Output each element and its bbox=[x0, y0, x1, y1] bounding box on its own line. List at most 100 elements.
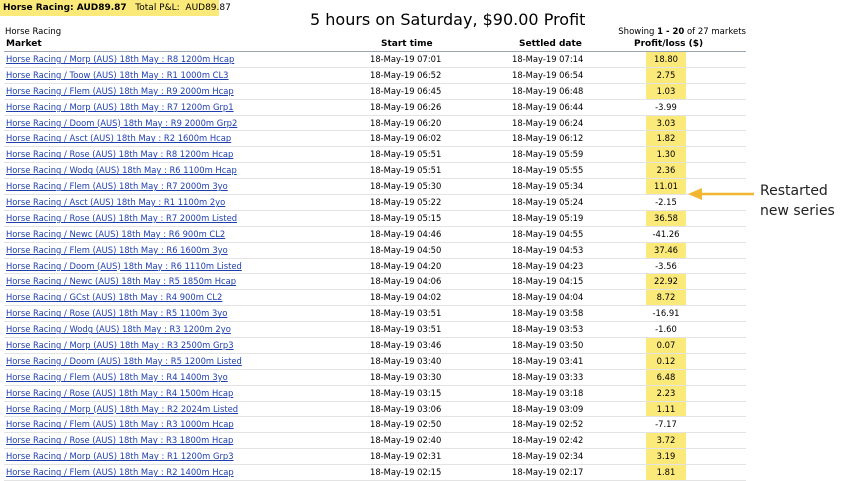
market-link[interactable]: Horse Racing / Rose (AUS) 18th May : R5 … bbox=[6, 308, 227, 318]
settled-date-cell: 18-May-19 06:48 bbox=[512, 85, 584, 96]
restart-annotation: Restarted new series bbox=[760, 181, 850, 221]
profit-loss-cell: 1.81 bbox=[646, 465, 686, 481]
settled-date-cell: 18-May-19 06:54 bbox=[512, 69, 584, 80]
table-row: Horse Racing / Flem (AUS) 18th May : R3 … bbox=[4, 417, 746, 434]
settled-date-cell: 18-May-19 03:58 bbox=[512, 308, 584, 319]
market-link[interactable]: Horse Racing / Rose (AUS) 18th May : R3 … bbox=[6, 435, 233, 445]
settled-date-cell: 18-May-19 03:50 bbox=[512, 340, 584, 351]
market-link[interactable]: Horse Racing / Doom (AUS) 18th May : R5 … bbox=[6, 356, 242, 366]
market-link[interactable]: Horse Racing / Morp (AUS) 18th May : R2 … bbox=[6, 404, 238, 414]
profit-loss-cell: 11.01 bbox=[646, 179, 686, 195]
settled-date-cell: 18-May-19 04:23 bbox=[512, 260, 584, 271]
start-time-cell: 18-May-19 05:51 bbox=[370, 165, 442, 176]
settled-date-cell: 18-May-19 02:34 bbox=[512, 451, 584, 462]
market-link[interactable]: Horse Racing / Flem (AUS) 18th May : R2 … bbox=[6, 467, 234, 477]
profit-loss-cell: -41.26 bbox=[652, 228, 680, 239]
settled-date-cell: 18-May-19 05:24 bbox=[512, 197, 584, 208]
market-link[interactable]: Horse Racing / Rose (AUS) 18th May : R4 … bbox=[6, 388, 233, 398]
settled-date-cell: 18-May-19 06:44 bbox=[512, 101, 584, 112]
settled-date-cell: 18-May-19 07:14 bbox=[512, 54, 584, 64]
market-link[interactable]: Horse Racing / Newc (AUS) 18th May : R6 … bbox=[6, 229, 225, 239]
market-link[interactable]: Horse Racing / Flem (AUS) 18th May : R3 … bbox=[6, 419, 234, 429]
showing-suffix: of 27 markets bbox=[686, 27, 746, 37]
table-row: Horse Racing / Rose (AUS) 18th May : R3 … bbox=[4, 433, 746, 450]
pagination-info: Showing 1 - 20 of 27 markets bbox=[618, 27, 746, 37]
start-time-cell: 18-May-19 05:30 bbox=[370, 181, 442, 192]
market-link[interactable]: Horse Racing / Asct (AUS) 18th May : R2 … bbox=[6, 133, 231, 143]
settled-date-cell: 18-May-19 04:15 bbox=[512, 276, 584, 287]
table-row: Horse Racing / Flem (AUS) 18th May : R6 … bbox=[4, 242, 746, 259]
markets-table: Horse Racing / Morp (AUS) 18th May : R8 … bbox=[4, 52, 746, 481]
settled-date-cell: 18-May-19 04:53 bbox=[512, 244, 584, 255]
category-total: Horse Racing: AUD89.87 bbox=[3, 3, 127, 13]
market-link[interactable]: Horse Racing / Rose (AUS) 18th May : R7 … bbox=[6, 213, 237, 223]
market-link[interactable]: Horse Racing / Flem (AUS) 18th May : R4 … bbox=[6, 372, 228, 382]
table-row: Horse Racing / Toow (AUS) 18th May : R1 … bbox=[4, 67, 746, 84]
column-settled-date[interactable]: Settled date bbox=[519, 39, 582, 49]
settled-date-cell: 18-May-19 02:42 bbox=[512, 435, 584, 446]
market-link[interactable]: Horse Racing / Asct (AUS) 18th May : R1 … bbox=[6, 197, 225, 207]
annotation-line1: Restarted bbox=[760, 183, 828, 199]
start-time-cell: 18-May-19 06:02 bbox=[370, 133, 442, 144]
start-time-cell: 18-May-19 04:50 bbox=[370, 244, 442, 255]
arrow-left-icon bbox=[688, 188, 754, 200]
table-row: Horse Racing / GCst (AUS) 18th May : R4 … bbox=[4, 290, 746, 307]
start-time-cell: 18-May-19 06:26 bbox=[370, 101, 442, 112]
market-link[interactable]: Horse Racing / Morp (AUS) 18th May : R7 … bbox=[6, 102, 234, 112]
start-time-cell: 18-May-19 02:40 bbox=[370, 435, 442, 446]
start-time-cell: 18-May-19 03:15 bbox=[370, 387, 442, 398]
settled-date-cell: 18-May-19 02:17 bbox=[512, 467, 584, 478]
table-row: Horse Racing / Rose (AUS) 18th May : R5 … bbox=[4, 306, 746, 323]
market-link[interactable]: Horse Racing / Wodg (AUS) 18th May : R3 … bbox=[6, 324, 231, 334]
column-start-time[interactable]: Start time bbox=[381, 39, 433, 49]
profit-loss-cell: 2.36 bbox=[646, 163, 686, 179]
profit-loss-cell: 22.92 bbox=[646, 274, 686, 290]
start-time-cell: 18-May-19 03:51 bbox=[370, 324, 442, 335]
showing-prefix: Showing bbox=[618, 27, 655, 37]
table-row: Horse Racing / Newc (AUS) 18th May : R6 … bbox=[4, 227, 746, 243]
settled-date-cell: 18-May-19 03:18 bbox=[512, 387, 584, 398]
settled-date-cell: 18-May-19 05:34 bbox=[512, 181, 584, 192]
market-link[interactable]: Horse Racing / Doom (AUS) 18th May : R6 … bbox=[6, 261, 242, 271]
table-row: Horse Racing / Doom (AUS) 18th May : R5 … bbox=[4, 353, 746, 370]
profit-loss-cell: 6.48 bbox=[646, 369, 686, 385]
market-link[interactable]: Horse Racing / GCst (AUS) 18th May : R4 … bbox=[6, 292, 222, 302]
start-time-cell: 18-May-19 04:02 bbox=[370, 292, 442, 303]
start-time-cell: 18-May-19 03:40 bbox=[370, 355, 442, 366]
settled-date-cell: 18-May-19 03:53 bbox=[512, 324, 584, 335]
profit-loss-cell: 18.80 bbox=[646, 52, 686, 67]
market-link[interactable]: Horse Racing / Toow (AUS) 18th May : R1 … bbox=[6, 70, 229, 80]
market-link[interactable]: Horse Racing / Morp (AUS) 18th May : R8 … bbox=[6, 54, 234, 64]
market-link[interactable]: Horse Racing / Rose (AUS) 18th May : R8 … bbox=[6, 149, 233, 159]
table-row: Horse Racing / Wodg (AUS) 18th May : R3 … bbox=[4, 322, 746, 339]
settled-date-cell: 18-May-19 03:41 bbox=[512, 355, 584, 366]
column-market[interactable]: Market bbox=[6, 39, 42, 49]
profit-loss-cell: 0.12 bbox=[646, 353, 686, 369]
profit-loss-cell: -7.17 bbox=[655, 419, 677, 430]
settled-date-cell: 18-May-19 05:19 bbox=[512, 212, 584, 223]
start-time-cell: 18-May-19 04:20 bbox=[370, 260, 442, 271]
market-link[interactable]: Horse Racing / Flem (AUS) 18th May : R6 … bbox=[6, 245, 228, 255]
profit-loss-cell: 2.23 bbox=[646, 385, 686, 401]
table-row: Horse Racing / Asct (AUS) 18th May : R2 … bbox=[4, 131, 746, 148]
market-link[interactable]: Horse Racing / Wodg (AUS) 18th May : R6 … bbox=[6, 165, 237, 175]
start-time-cell: 18-May-19 02:15 bbox=[370, 467, 442, 478]
annotation-line2: new series bbox=[760, 203, 835, 219]
table-row: Horse Racing / Wodg (AUS) 18th May : R6 … bbox=[4, 163, 746, 180]
market-link[interactable]: Horse Racing / Flem (AUS) 18th May : R7 … bbox=[6, 181, 228, 191]
table-row: Horse Racing / Rose (AUS) 18th May : R4 … bbox=[4, 385, 746, 402]
market-link[interactable]: Horse Racing / Morp (AUS) 18th May : R1 … bbox=[6, 451, 234, 461]
profit-loss-cell: 3.72 bbox=[646, 433, 686, 449]
market-link[interactable]: Horse Racing / Doom (AUS) 18th May : R9 … bbox=[6, 118, 237, 128]
market-link[interactable]: Horse Racing / Morp (AUS) 18th May : R3 … bbox=[6, 340, 234, 350]
market-link[interactable]: Horse Racing / Flem (AUS) 18th May : R9 … bbox=[6, 86, 234, 96]
table-row: Horse Racing / Doom (AUS) 18th May : R6 … bbox=[4, 259, 746, 275]
profit-loss-cell: 1.30 bbox=[646, 147, 686, 163]
start-time-cell: 18-May-19 03:30 bbox=[370, 371, 442, 382]
column-profit-loss[interactable]: Profit/loss ($) bbox=[634, 39, 703, 49]
start-time-cell: 18-May-19 06:20 bbox=[370, 117, 442, 128]
profit-loss-cell: 1.11 bbox=[646, 401, 686, 417]
profit-loss-cell: 37.46 bbox=[646, 242, 686, 258]
table-row: Horse Racing / Morp (AUS) 18th May : R8 … bbox=[4, 52, 746, 68]
market-link[interactable]: Horse Racing / Newc (AUS) 18th May : R5 … bbox=[6, 276, 236, 286]
